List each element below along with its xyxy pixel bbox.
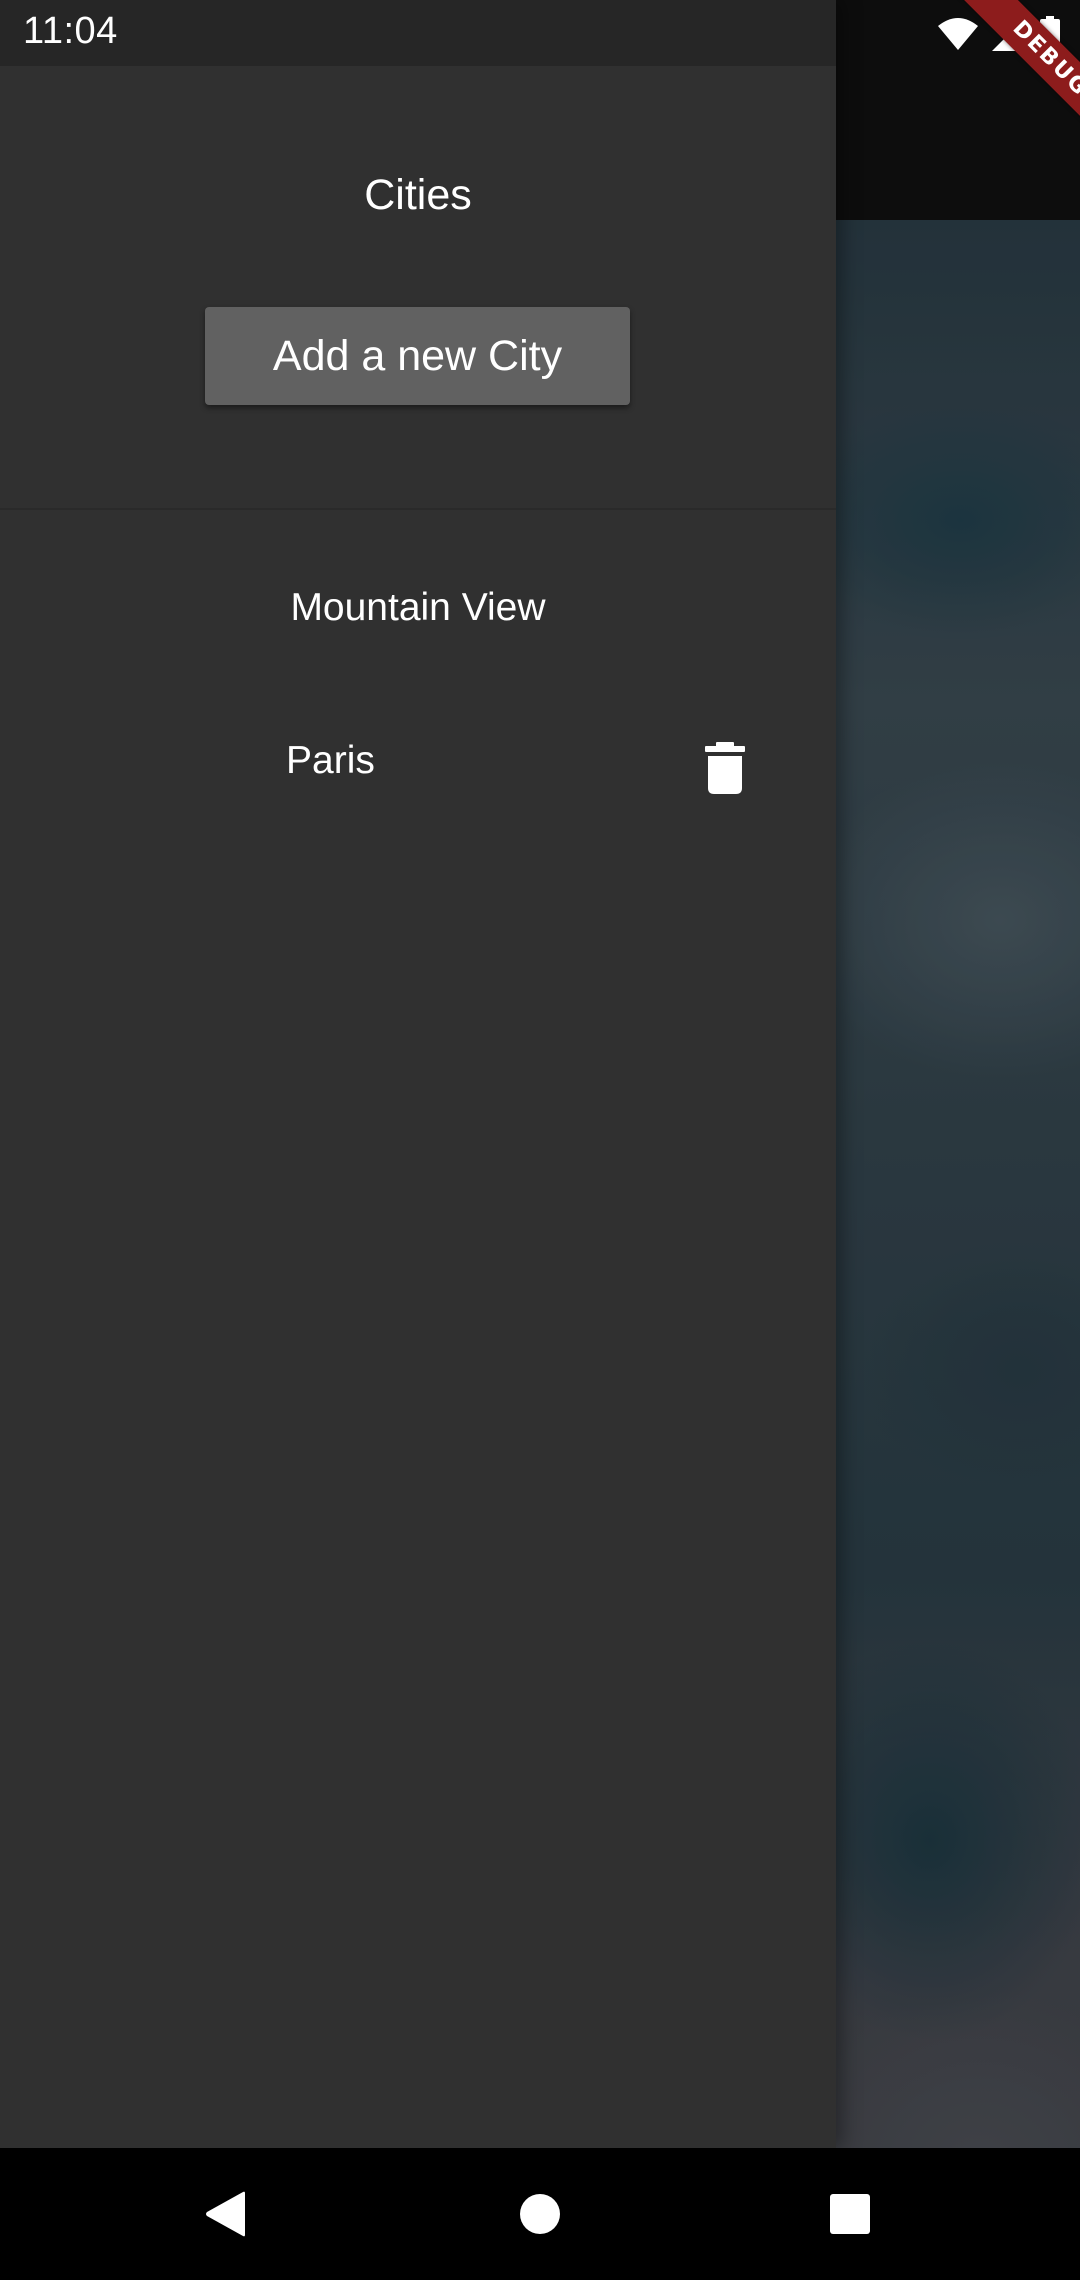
- city-name: Paris: [286, 739, 375, 782]
- drawer-header: Cities Add a new City: [0, 66, 836, 510]
- recents-icon: [830, 2194, 870, 2234]
- navigation-drawer: Cities Add a new City Mountain View Pari…: [0, 0, 836, 2148]
- drawer-title: Cities: [364, 171, 472, 219]
- add-city-button[interactable]: Add a new City: [205, 307, 630, 405]
- home-icon: [520, 2194, 560, 2234]
- screen: Cities Add a new City Mountain View Pari…: [0, 0, 1080, 2280]
- debug-label: DEBUG: [958, 0, 1080, 150]
- status-time: 11:04: [23, 10, 118, 52]
- city-name: Mountain View: [290, 586, 546, 629]
- recents-button[interactable]: [784, 2148, 916, 2280]
- city-list-item[interactable]: Paris: [0, 686, 836, 836]
- city-list-item[interactable]: Mountain View: [0, 533, 836, 683]
- navigation-bar: [0, 2148, 1080, 2280]
- trash-icon: [705, 742, 745, 794]
- home-button[interactable]: [474, 2148, 606, 2280]
- back-button[interactable]: [160, 2148, 292, 2280]
- status-bar: 11:04: [0, 0, 1080, 66]
- delete-city-button[interactable]: [682, 725, 768, 811]
- back-icon: [206, 2191, 245, 2237]
- debug-banner: DEBUG: [930, 0, 1080, 150]
